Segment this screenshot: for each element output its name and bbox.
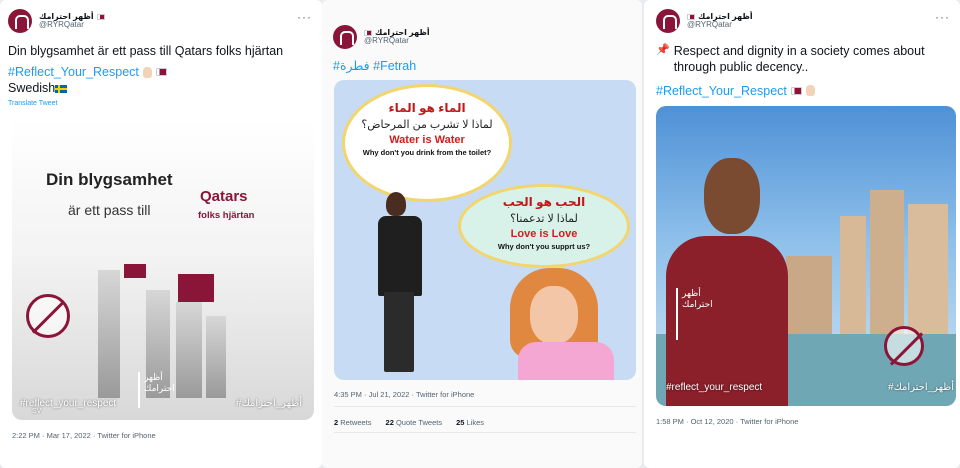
hashtag-links[interactable]: #فطرة #Fetrah <box>333 58 634 73</box>
pushpin-icon: 📌 <box>656 44 670 56</box>
translate-tweet-link[interactable]: Translate Tweet <box>8 100 314 107</box>
bubble2-arabic-title: الحب هو الحب <box>502 195 586 209</box>
divider <box>334 406 636 407</box>
author-names[interactable]: أظهر احترامك @RYRQatar <box>364 28 430 46</box>
tweet-timestamp[interactable]: 2:22 PM · Mar 17, 2022 · Twitter for iPh… <box>12 431 156 440</box>
more-options-icon[interactable]: ··· <box>297 10 312 24</box>
bubble2-english-title: Love is Love <box>510 228 578 240</box>
tweet-timestamp[interactable]: 1:58 PM · Oct 12, 2020 · Twitter for iPh… <box>656 417 798 426</box>
tweet-header: أظهر احترامك @RYRQatar ··· <box>656 8 952 34</box>
man-head <box>704 158 760 234</box>
bubble2-english-question: Why don't you supprt us? <box>497 242 591 251</box>
building <box>870 190 904 340</box>
retweets-number: 2 <box>334 418 339 427</box>
image-brand: Qatars <box>200 188 248 205</box>
skyscraper <box>206 316 226 398</box>
language-badge: SV <box>32 408 42 415</box>
qatar-flag-icon <box>124 264 146 278</box>
image-headline: Din blygsamhet <box>46 170 173 189</box>
man-legs-illustration <box>384 292 414 372</box>
qatar-flag-icon <box>790 86 802 95</box>
quotes-label: Quote Tweets <box>395 418 443 427</box>
engagement-counts: 2 Retweets 22 Quote Tweets 25 Likes <box>334 418 484 427</box>
speech-bubble-2: الحب هو الحب لماذا لا تدعمنا؟ Love is Lo… <box>458 184 630 268</box>
qatar-flag-icon <box>96 13 105 20</box>
language-text: Swedish <box>8 81 56 96</box>
quotes-number: 22 <box>385 418 394 427</box>
man-coat-illustration <box>378 216 422 296</box>
retweets-count[interactable]: 2 Retweets <box>334 418 372 427</box>
qatar-flag-icon <box>364 29 372 36</box>
woman-face-illustration <box>530 286 578 344</box>
divider <box>334 432 636 433</box>
hashtag-link[interactable]: #Reflect_Your_Respect <box>656 84 952 98</box>
brand-logo: أظهر احترامك <box>676 288 722 340</box>
tweet-image-3[interactable]: أظهر احترامك #reflect_your_respect #أظهر… <box>656 106 956 406</box>
sweden-flag-icon <box>55 84 68 93</box>
bubble1-english-question: Why don't you drink from the toilet? <box>362 148 492 157</box>
handle[interactable]: @RYRQatar <box>39 20 105 29</box>
handle[interactable]: @RYRQatar <box>687 20 753 29</box>
more-options-icon[interactable]: ··· <box>935 10 950 24</box>
tweet-text: Din blygsamhet är ett pass till Qatars f… <box>8 44 284 58</box>
bubble1-arabic-question: لماذا لا تشرب من المرحاض؟ <box>361 119 493 131</box>
building <box>786 256 832 336</box>
tweet-image-1[interactable]: Din blygsamhet är ett pass till Qatars f… <box>12 118 314 420</box>
bubble1-english-title: Water is Water <box>389 134 465 146</box>
likes-label: Likes <box>466 418 485 427</box>
prohibited-icon <box>26 294 70 338</box>
hashtag-link[interactable]: #Reflect_Your_Respect <box>8 65 314 79</box>
skyscraper <box>98 270 120 398</box>
avatar[interactable] <box>8 9 32 33</box>
hashtag-text: #Reflect_Your_Respect <box>656 83 787 98</box>
man-head-illustration <box>386 192 406 216</box>
hand-emoji-icon <box>805 85 815 96</box>
retweets-label: Retweets <box>340 418 372 427</box>
prohibited-icon <box>884 326 924 366</box>
speech-bubble-1: الماء هو الماء لماذا لا تشرب من المرحاض؟… <box>342 84 512 202</box>
language-line: Swedish <box>8 80 314 96</box>
bubble1-arabic-title: الماء هو الماء <box>388 101 466 115</box>
qatar-flag-icon <box>178 274 214 302</box>
building <box>840 216 866 336</box>
author-names[interactable]: أظهر احترامك @RYRQatar <box>687 12 753 30</box>
likes-number: 25 <box>456 418 465 427</box>
tweet-timestamp[interactable]: 4:35 PM · Jul 21, 2022 · Twitter for iPh… <box>334 390 474 399</box>
quote-tweets-count[interactable]: 22 Quote Tweets <box>386 418 443 427</box>
bubble2-arabic-question: لماذا لا تدعمنا؟ <box>510 213 578 225</box>
avatar[interactable] <box>333 25 357 49</box>
handle[interactable]: @RYRQatar <box>364 36 430 45</box>
likes-count[interactable]: 25 Likes <box>456 418 484 427</box>
tweet-header: أظهر احترامك @RYRQatar ··· <box>8 8 314 34</box>
qatar-flag-icon <box>687 13 695 20</box>
qatar-flag-icon <box>155 68 167 77</box>
hashtag-text: #Reflect_Your_Respect <box>8 65 139 80</box>
image-caption: #reflect_your_respect <box>666 382 763 393</box>
tweet-header: أظهر احترامك @RYRQatar <box>333 24 634 50</box>
arabic-hashtag: #أظهر_احترامك <box>888 382 955 393</box>
tweet-text-row: 📌 Respect and dignity in a society comes … <box>656 43 952 76</box>
author-names[interactable]: أظهر احترامك @RYRQatar <box>39 12 105 30</box>
tweet-text: Respect and dignity in a society comes a… <box>673 44 925 75</box>
arabic-hashtag: #أظهر_احترامك <box>236 398 303 409</box>
tweet-image-2[interactable]: الماء هو الماء لماذا لا تشرب من المرحاض؟… <box>334 80 636 380</box>
image-brand-sub: folks hjärtan <box>198 210 255 221</box>
building <box>908 204 948 344</box>
hand-emoji-icon <box>142 66 152 78</box>
image-line2: är ett pass till <box>68 202 151 218</box>
avatar[interactable] <box>656 9 680 33</box>
brand-logo: أظهر احترامك <box>138 372 186 408</box>
woman-dress-illustration <box>518 342 614 380</box>
